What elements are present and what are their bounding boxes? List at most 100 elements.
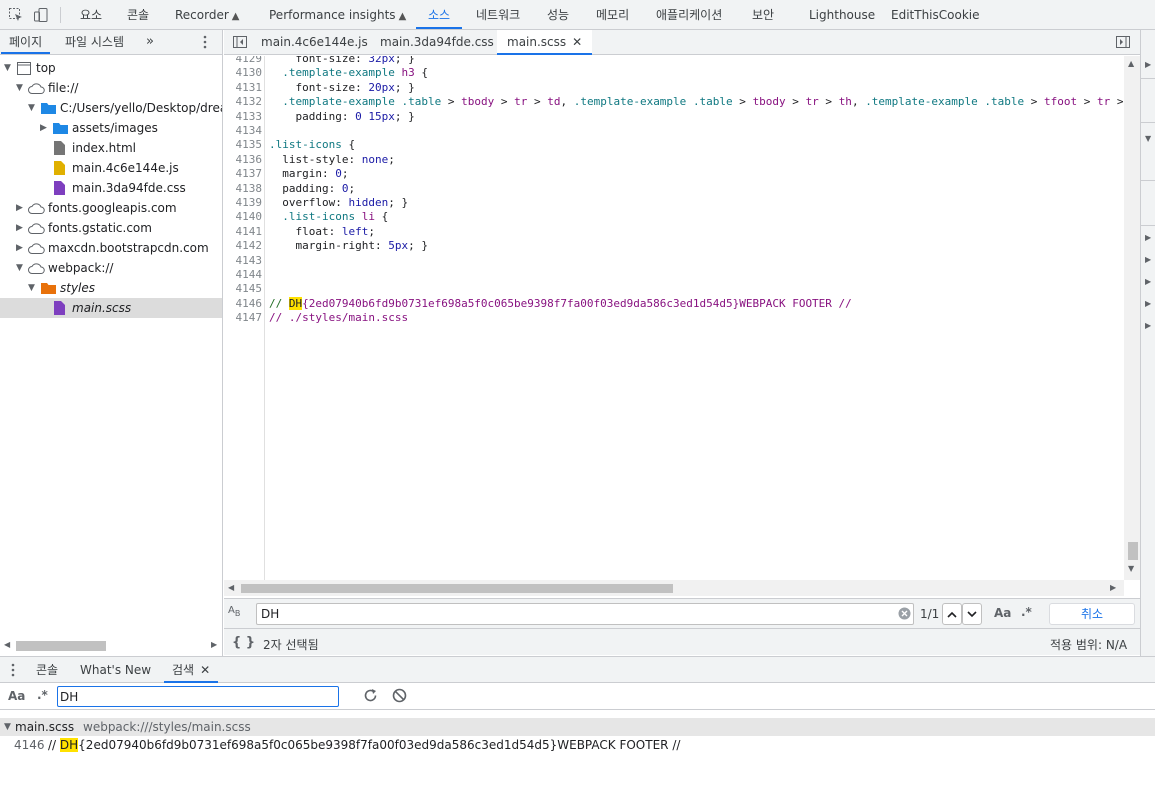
editor-horizontal-scrollbar[interactable]: ◀ ▶ xyxy=(224,580,1124,596)
tab-application[interactable]: 애플리케이션 xyxy=(656,0,722,30)
scroll-left-icon[interactable]: ◀ xyxy=(228,583,234,592)
code-line[interactable]: padding: 0 15px; } xyxy=(269,110,415,124)
pretty-print-button[interactable]: { } xyxy=(232,635,255,650)
tree-item-main-css[interactable]: main.3da94fde.css xyxy=(0,178,222,198)
expand-triangle-icon[interactable]: ▶ xyxy=(1145,277,1151,286)
scroll-thumb[interactable] xyxy=(16,641,106,651)
tree-item-fonts-gstatic[interactable]: ▶ fonts.gstatic.com xyxy=(0,218,222,238)
global-search-input-box[interactable] xyxy=(57,686,339,707)
cancel-button[interactable]: 취소 xyxy=(1049,603,1135,625)
expand-triangle-icon[interactable]: ▶ xyxy=(1145,321,1151,330)
next-match-button[interactable] xyxy=(962,603,982,625)
tab-page[interactable]: 페이지 xyxy=(1,30,51,54)
code-line[interactable]: overflow: hidden; } xyxy=(269,196,408,210)
code-line[interactable]: .template-example h3 { xyxy=(269,66,428,80)
code-line[interactable]: float: left; xyxy=(269,225,376,239)
editor-tab-main-scss[interactable]: main.scss ✕ xyxy=(497,30,593,55)
find-input-box[interactable] xyxy=(256,603,914,625)
expand-triangle-icon[interactable]: ▶ xyxy=(1145,60,1151,69)
tab-performance-insights[interactable]: Performance insights ▲ xyxy=(269,0,406,30)
code-line[interactable]: margin-right: 5px; } xyxy=(269,239,428,253)
line-number[interactable]: 4129 xyxy=(224,56,263,66)
close-icon[interactable]: ✕ xyxy=(200,663,210,677)
tab-elements[interactable]: 요소 xyxy=(80,0,102,30)
code-line[interactable]: padding: 0; xyxy=(269,182,355,196)
tab-network[interactable]: 네트워크 xyxy=(476,0,520,30)
editor-vertical-scrollbar[interactable]: ▲ ▼ xyxy=(1124,56,1140,580)
refresh-icon[interactable] xyxy=(363,688,378,706)
clear-search-icon[interactable] xyxy=(392,688,407,706)
scroll-up-icon[interactable]: ▲ xyxy=(1128,59,1134,68)
global-search-input[interactable] xyxy=(60,689,330,704)
scroll-thumb[interactable] xyxy=(241,584,673,593)
editor-tab-main-js[interactable]: main.4c6e144e.js xyxy=(261,30,368,55)
collapsed-triangle-icon[interactable]: ▶ xyxy=(16,198,26,218)
code-line[interactable]: .list-icons { xyxy=(269,138,355,152)
tree-item-webpack[interactable]: ▼ webpack:// xyxy=(0,258,222,278)
expanded-triangle-icon[interactable]: ▼ xyxy=(16,258,26,278)
tree-item-top[interactable]: ▼ top xyxy=(0,58,222,78)
line-number[interactable]: 4140 xyxy=(224,210,263,224)
expanded-triangle-icon[interactable]: ▼ xyxy=(16,78,26,98)
tab-security[interactable]: 보안 xyxy=(752,0,774,30)
toggle-debugger-icon[interactable] xyxy=(1116,30,1130,55)
collapsed-triangle-icon[interactable]: ▶ xyxy=(16,238,26,258)
navigator-horizontal-scrollbar[interactable]: ◀ ▶ xyxy=(0,636,222,656)
tree-item-desktop-folder[interactable]: ▼ C:/Users/yello/Desktop/dreamh xyxy=(0,98,222,118)
expanded-triangle-icon[interactable]: ▼ xyxy=(4,58,14,78)
code-line[interactable]: font-size: 32px; } xyxy=(269,56,415,66)
line-number[interactable]: 4139 xyxy=(224,196,263,210)
code-line[interactable]: list-style: none; xyxy=(269,153,395,167)
tree-item-main-scss[interactable]: main.scss xyxy=(0,298,222,318)
match-case-toggle[interactable]: Aa xyxy=(8,689,25,703)
search-result-file[interactable]: ▼ main.scss webpack:///styles/main.scss xyxy=(0,718,1155,736)
tab-recorder[interactable]: Recorder ▲ xyxy=(175,0,239,30)
line-number[interactable]: 4136 xyxy=(224,153,263,167)
toggle-navigator-icon[interactable] xyxy=(233,30,247,55)
regex-toggle[interactable]: .* xyxy=(1021,605,1032,619)
line-number[interactable]: 4138 xyxy=(224,182,263,196)
match-case-toggle[interactable]: Aa xyxy=(994,606,1011,620)
expand-triangle-icon[interactable]: ▶ xyxy=(1145,299,1151,308)
collapsed-triangle-icon[interactable]: ▶ xyxy=(40,118,50,138)
tab-lighthouse[interactable]: Lighthouse xyxy=(809,0,875,30)
code-line[interactable]: .template-example .table > tbody > tr > … xyxy=(269,95,1123,109)
drawer-tab-console[interactable]: 콘솔 xyxy=(36,657,58,683)
tree-item-index-html[interactable]: index.html xyxy=(0,138,222,158)
line-number[interactable]: 4135 xyxy=(224,138,263,152)
tree-item-fonts-googleapis[interactable]: ▶ fonts.googleapis.com xyxy=(0,198,222,218)
scroll-left-icon[interactable]: ◀ xyxy=(4,640,10,649)
code-line[interactable]: margin: 0; xyxy=(269,167,348,181)
scroll-down-icon[interactable]: ▼ xyxy=(1128,564,1134,573)
regex-toggle[interactable]: .* xyxy=(37,688,48,702)
expanded-triangle-icon[interactable]: ▼ xyxy=(4,718,11,736)
expand-triangle-icon[interactable]: ▼ xyxy=(1145,134,1151,143)
code-line[interactable]: .list-icons li { xyxy=(269,210,388,224)
tab-memory[interactable]: 메모리 xyxy=(596,0,629,30)
expanded-triangle-icon[interactable]: ▼ xyxy=(28,98,38,118)
tree-item-main-js[interactable]: main.4c6e144e.js xyxy=(0,158,222,178)
previous-match-button[interactable] xyxy=(942,603,962,625)
inspect-element-icon[interactable] xyxy=(8,7,24,23)
drawer-tab-search[interactable]: 검색 ✕ xyxy=(164,657,219,683)
search-result-line[interactable]: 4146 // DH{2ed07940b6fd9b0731ef698a5f0c0… xyxy=(0,736,1155,754)
device-toolbar-icon[interactable] xyxy=(33,7,49,23)
line-number[interactable]: 4134 xyxy=(224,124,263,138)
editor-tab-main-css[interactable]: main.3da94fde.css xyxy=(380,30,494,55)
tab-console[interactable]: 콘솔 xyxy=(127,0,149,30)
expand-triangle-icon[interactable]: ▶ xyxy=(1145,255,1151,264)
tab-sources[interactable]: 소스 xyxy=(416,0,463,30)
line-number[interactable]: 4144 xyxy=(224,268,263,282)
line-number[interactable]: 4131 xyxy=(224,81,263,95)
collapsed-triangle-icon[interactable]: ▶ xyxy=(16,218,26,238)
find-input[interactable] xyxy=(261,606,891,622)
more-tabs-icon[interactable]: » xyxy=(146,30,154,54)
code-line[interactable]: // ./styles/main.scss xyxy=(269,311,408,325)
line-number[interactable]: 4147 xyxy=(224,311,263,325)
tab-editthiscookie[interactable]: EditThisCookie xyxy=(891,0,980,30)
drawer-tab-whats-new[interactable]: What's New xyxy=(80,657,151,683)
tab-filesystem[interactable]: 파일 시스템 xyxy=(65,30,124,54)
line-number[interactable]: 4137 xyxy=(224,167,263,181)
scroll-right-icon[interactable]: ▶ xyxy=(211,640,217,649)
coverage-status[interactable]: 적용 범위: N/A xyxy=(1050,636,1127,653)
